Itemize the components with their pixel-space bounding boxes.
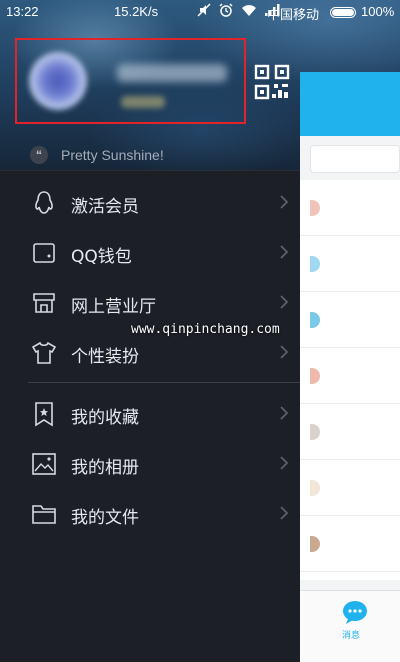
avatar <box>310 368 320 384</box>
list-item[interactable] <box>300 460 400 516</box>
menu-item-label: 我的收藏 <box>71 408 139 428</box>
status-battery: 100% <box>361 4 395 19</box>
profile-card[interactable] <box>15 38 246 124</box>
search-box[interactable] <box>310 145 400 173</box>
chevron-right-icon <box>280 406 289 420</box>
chevron-right-icon <box>280 506 289 520</box>
watermark: www.qinpinchang.com <box>131 322 280 337</box>
avatar <box>310 256 320 272</box>
menu-item-label: 个性装扮 <box>71 347 139 367</box>
chevron-right-icon <box>280 295 289 309</box>
status-network-speed: 15.2K/s <box>114 4 159 19</box>
menu-item-files[interactable]: 我的文件 <box>0 488 300 538</box>
avatar <box>310 480 320 496</box>
tshirt-icon <box>31 341 57 364</box>
menu-item-activate-vip[interactable]: 激活会员 <box>0 177 300 227</box>
avatar <box>310 200 320 216</box>
folder-icon <box>32 505 56 524</box>
store-icon <box>33 293 55 313</box>
menu-item-online-service-hall[interactable]: 网上营业厅 <box>0 277 300 327</box>
quote-icon: “ <box>30 146 48 164</box>
message-bubble-icon[interactable] <box>342 600 368 624</box>
penguin-icon <box>35 191 53 214</box>
chevron-right-icon <box>280 245 289 259</box>
avatar[interactable] <box>29 52 87 110</box>
qq-drawer-screen: 13:22 15.2K/s 中国移动 100% “ Pretty Sunshin… <box>0 0 400 662</box>
avatar <box>310 424 320 440</box>
wallet-icon <box>33 243 55 263</box>
menu-item-label: 我的文件 <box>71 508 139 528</box>
main-panel-header <box>300 72 400 136</box>
menu-item-label: 网上营业厅 <box>71 297 156 317</box>
list-item[interactable] <box>300 516 400 572</box>
signature-text: Pretty Sunshine! <box>61 147 164 163</box>
chevron-right-icon <box>280 345 289 359</box>
menu-item-favorites[interactable]: 我的收藏 <box>0 388 300 438</box>
alarm-icon <box>219 3 233 17</box>
level-badge-blurred <box>121 96 165 108</box>
menu-item-label: 我的相册 <box>71 458 139 478</box>
menu-item-albums[interactable]: 我的相册 <box>0 438 300 488</box>
menu-divider <box>28 382 300 383</box>
signature[interactable]: “ Pretty Sunshine! <box>30 145 164 165</box>
avatar <box>310 312 320 328</box>
chevron-right-icon <box>280 195 289 209</box>
tab-messages-label[interactable]: 消息 <box>342 628 360 641</box>
list-item[interactable] <box>300 292 400 348</box>
menu-item-qq-wallet[interactable]: QQ钱包 <box>0 227 300 277</box>
main-panel-peek[interactable]: 消息 <box>300 72 400 662</box>
conversation-list <box>300 180 400 580</box>
qr-code-icon[interactable] <box>254 64 290 100</box>
status-bar: 13:22 15.2K/s 中国移动 100% <box>0 0 400 24</box>
mute-icon <box>197 3 211 17</box>
photo-icon <box>32 453 56 475</box>
battery-icon <box>330 7 356 18</box>
status-carrier: 中国移动 <box>267 7 320 22</box>
list-item[interactable] <box>300 236 400 292</box>
list-item[interactable] <box>300 348 400 404</box>
header-divider <box>0 170 300 171</box>
bottom-tab-bar: 消息 <box>300 590 400 662</box>
chevron-right-icon <box>280 456 289 470</box>
list-item[interactable] <box>300 180 400 236</box>
list-item[interactable] <box>300 404 400 460</box>
status-time: 13:22 <box>6 4 39 19</box>
bookmark-star-icon <box>35 402 53 427</box>
nickname-blurred <box>117 64 227 82</box>
avatar <box>310 536 320 552</box>
wifi-icon <box>242 4 256 16</box>
menu-item-label: QQ钱包 <box>71 247 132 267</box>
menu-item-label: 激活会员 <box>71 197 139 217</box>
